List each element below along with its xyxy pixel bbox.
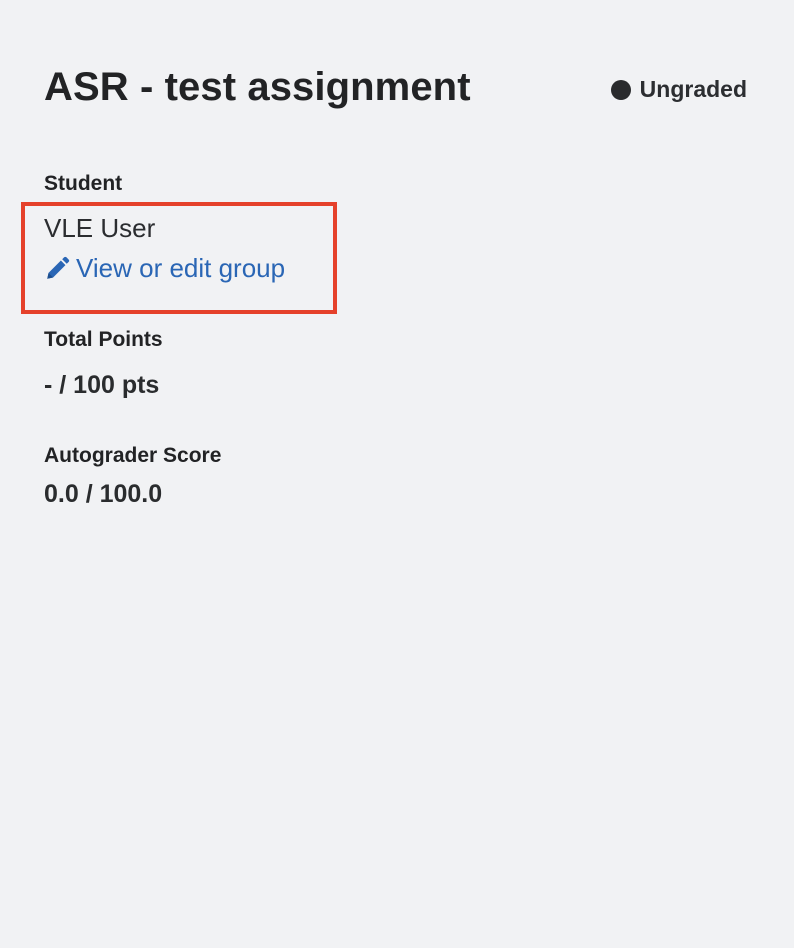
view-edit-group-label[interactable]: View or edit group xyxy=(76,253,285,284)
view-edit-group-link[interactable]: View or edit group xyxy=(44,253,285,284)
autograder-score-value: 0.0 / 100.0 xyxy=(44,480,163,508)
status-label: Ungraded xyxy=(639,76,747,102)
grading-status: Ungraded xyxy=(610,76,747,103)
student-label: Student xyxy=(44,172,123,195)
pencil-icon xyxy=(47,256,70,279)
page-title: ASR - test assignment xyxy=(44,65,471,109)
status-dot-icon xyxy=(610,79,631,100)
total-points-value: - / 100 pts xyxy=(44,371,160,399)
autograder-score-label: Autograder Score xyxy=(44,444,222,467)
total-points-label: Total Points xyxy=(44,328,163,351)
student-name: VLE User xyxy=(44,213,156,243)
